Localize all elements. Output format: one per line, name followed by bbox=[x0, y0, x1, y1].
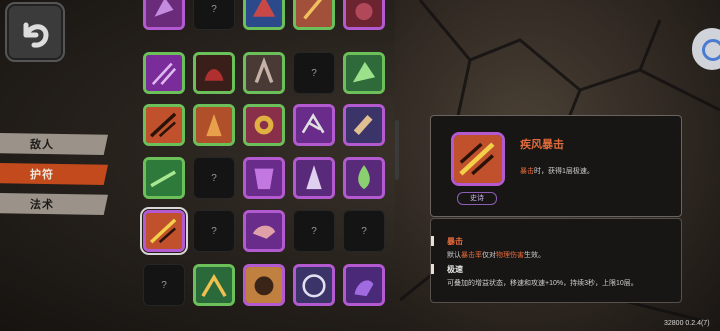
locked-charm-slot[interactable]: ? bbox=[193, 210, 235, 252]
charm-slot[interactable] bbox=[243, 0, 285, 30]
charm-slot[interactable] bbox=[243, 157, 285, 199]
charm-description: 暴击时，获得1层极速。 bbox=[520, 166, 594, 176]
charm-slot[interactable] bbox=[143, 104, 185, 146]
charm-slot[interactable] bbox=[243, 264, 285, 306]
tab-charms[interactable]: 护符 bbox=[0, 163, 108, 185]
locked-charm-slot[interactable]: ? bbox=[343, 210, 385, 252]
description-keyword: 暴击 bbox=[520, 168, 534, 175]
charm-slot[interactable] bbox=[193, 104, 235, 146]
tab-enemies-label: 敌人 bbox=[30, 139, 54, 151]
keyword-explanations: 暴击 默认暴击率仅对物理伤害生效。 极速 可叠加的增益状态，移速和攻速+10%，… bbox=[430, 218, 682, 303]
charm-slot[interactable] bbox=[193, 52, 235, 94]
tab-spells[interactable]: 法术 bbox=[0, 193, 108, 215]
tab-charms-label: 护符 bbox=[30, 169, 54, 181]
tab-enemies[interactable]: 敌人 bbox=[0, 133, 108, 155]
tab-spells-label: 法术 bbox=[30, 199, 54, 211]
charm-slot[interactable] bbox=[293, 0, 335, 30]
locked-charm-slot[interactable]: ? bbox=[193, 157, 235, 199]
charm-detail-panel: 疾风暴击 暴击时，获得1层极速。 史诗 bbox=[430, 115, 682, 217]
charm-slot[interactable] bbox=[243, 52, 285, 94]
keyword-text-haste: 可叠加的增益状态，移速和攻速+10%，持续3秒，上限10层。 bbox=[447, 280, 638, 287]
charm-slot[interactable] bbox=[243, 104, 285, 146]
charm-name: 疾风暴击 bbox=[520, 139, 564, 151]
charm-slot[interactable] bbox=[343, 52, 385, 94]
locked-charm-slot[interactable]: ? bbox=[293, 52, 335, 94]
charm-slot[interactable] bbox=[143, 157, 185, 199]
charm-slot[interactable] bbox=[243, 210, 285, 252]
locked-charm-slot[interactable]: ? bbox=[143, 264, 185, 306]
scrollbar[interactable] bbox=[395, 120, 399, 180]
charm-slot[interactable] bbox=[343, 264, 385, 306]
charm-slot[interactable] bbox=[343, 157, 385, 199]
description-text: 时，获得1层极速。 bbox=[534, 168, 594, 175]
keyword-title-haste: 极速 bbox=[447, 265, 463, 274]
version-label: 32800 0.2.4(7) bbox=[664, 320, 710, 327]
charm-slot[interactable] bbox=[343, 0, 385, 30]
charm-slot[interactable] bbox=[143, 52, 185, 94]
charm-slot[interactable] bbox=[293, 157, 335, 199]
charm-slot[interactable] bbox=[343, 104, 385, 146]
locked-charm-slot[interactable]: ? bbox=[293, 210, 335, 252]
charm-detail-icon bbox=[451, 132, 505, 186]
back-button[interactable] bbox=[5, 2, 65, 62]
charm-slot[interactable] bbox=[293, 104, 335, 146]
charm-slot-selected[interactable] bbox=[140, 207, 188, 255]
keyword-marker bbox=[431, 264, 434, 274]
charm-slot[interactable] bbox=[143, 0, 185, 30]
locked-charm-slot[interactable]: ? bbox=[193, 0, 235, 30]
keyword-marker bbox=[431, 236, 434, 246]
rarity-badge: 史诗 bbox=[457, 192, 497, 205]
back-arrow-icon bbox=[23, 22, 49, 48]
keyword-text-crit: 默认暴击率仅对物理伤害生效。 bbox=[447, 252, 545, 259]
charm-slot[interactable] bbox=[193, 264, 235, 306]
charm-grid: ? ? ? ? ? ? ? bbox=[140, 0, 390, 331]
charm-slot[interactable] bbox=[293, 264, 335, 306]
keyword-title-crit: 暴击 bbox=[447, 237, 463, 246]
